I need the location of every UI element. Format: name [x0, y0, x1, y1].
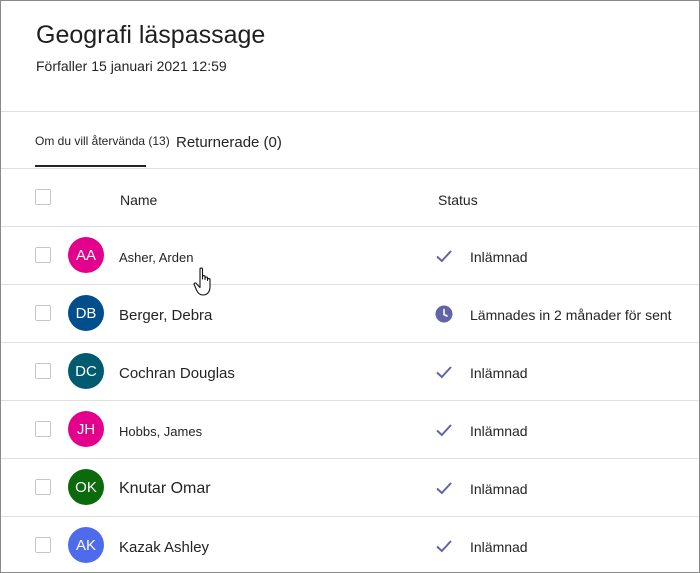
table-row[interactable]: JH Hobbs, James Inlämnad [1, 401, 699, 459]
student-name[interactable]: Knutar Omar [119, 480, 211, 498]
assignment-panel: Geografi läspassage Förfaller 15 januari… [0, 0, 700, 573]
check-icon [436, 250, 452, 263]
check-icon [436, 540, 452, 553]
row-checkbox[interactable] [35, 537, 51, 553]
row-checkbox[interactable] [35, 479, 51, 495]
status-text: Inlämnad [470, 365, 528, 381]
status-text: Lämnades in 2 månader för sent [470, 307, 672, 323]
row-checkbox[interactable] [35, 305, 51, 321]
check-icon [436, 482, 452, 495]
tab-returned[interactable]: Returnerade (0) [176, 134, 282, 151]
student-name[interactable]: Berger, Debra [119, 307, 212, 324]
check-icon [436, 424, 452, 437]
status-text: Inlämnad [470, 539, 528, 555]
table-row[interactable]: AA Asher, Arden Inlämnad [1, 227, 699, 285]
select-all-checkbox[interactable] [35, 189, 51, 205]
status-text: Inlämnad [470, 423, 528, 439]
row-checkbox[interactable] [35, 421, 51, 437]
avatar: OK [68, 469, 104, 505]
table-header: Name Status [1, 169, 699, 227]
avatar: AK [68, 527, 104, 563]
tab-to-return[interactable]: Om du vill återvända (13) [35, 134, 170, 148]
avatar: AA [68, 237, 104, 273]
assignment-title: Geografi läspassage [36, 21, 266, 49]
avatar: DB [68, 295, 104, 331]
row-checkbox[interactable] [35, 363, 51, 379]
student-name[interactable]: Hobbs, James [119, 424, 202, 439]
row-checkbox[interactable] [35, 247, 51, 263]
status-text: Inlämnad [470, 249, 528, 265]
column-header-name[interactable]: Name [120, 192, 157, 208]
table-row[interactable]: DB Berger, Debra Lämnades in 2 månader f… [1, 285, 699, 343]
avatar: JH [68, 411, 104, 447]
column-header-status[interactable]: Status [438, 192, 478, 208]
check-icon [436, 366, 452, 379]
avatar: DC [68, 353, 104, 389]
tab-bar: Om du vill återvända (13) Returnerade (0… [1, 112, 699, 169]
assignment-header: Geografi läspassage Förfaller 15 januari… [1, 1, 699, 112]
table-row[interactable]: AK Kazak Ashley Inlämnad [1, 517, 699, 572]
due-date: Förfaller 15 januari 2021 12:59 [36, 58, 227, 74]
clock-icon [435, 305, 453, 323]
table-row[interactable]: OK Knutar Omar Inlämnad [1, 459, 699, 517]
student-list: AA Asher, Arden Inlämnad DB Berger, Debr… [1, 227, 699, 572]
student-name[interactable]: Cochran Douglas [119, 365, 235, 382]
status-text: Inlämnad [470, 481, 528, 497]
active-tab-indicator [35, 165, 146, 167]
table-row[interactable]: DC Cochran Douglas Inlämnad [1, 343, 699, 401]
student-name[interactable]: Asher, Arden [119, 250, 193, 265]
student-name[interactable]: Kazak Ashley [119, 539, 209, 556]
